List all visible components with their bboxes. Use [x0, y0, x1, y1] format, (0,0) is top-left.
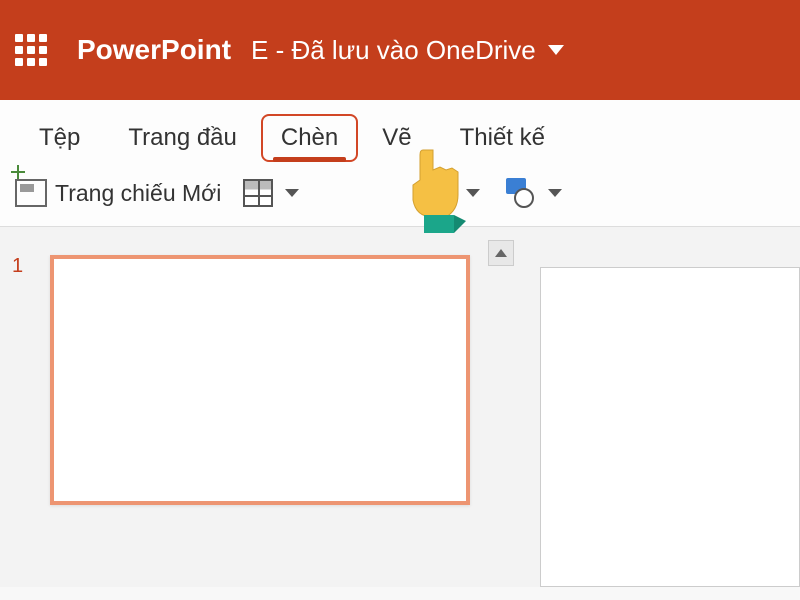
chevron-down-icon: [285, 189, 299, 197]
app-name: PowerPoint: [77, 34, 231, 66]
ribbon-tabs: Tệp Trang đầu Chèn Vẽ Thiết kế: [0, 100, 800, 168]
tab-draw[interactable]: Vẽ: [358, 112, 435, 164]
slide-editor[interactable]: [540, 267, 800, 587]
document-title[interactable]: E - Đã lưu vào OneDrive: [251, 35, 564, 66]
image-label: Ảnh: [413, 180, 454, 207]
shapes-icon: [502, 178, 536, 208]
new-slide-label: Trang chiếu Mới: [55, 180, 221, 207]
content-area: 1: [0, 227, 800, 587]
tab-design[interactable]: Thiết kế: [436, 112, 569, 164]
main-canvas: [500, 227, 800, 587]
slide-thumbnail[interactable]: [50, 255, 470, 505]
scroll-up-button[interactable]: [488, 240, 514, 266]
arrow-up-icon: [495, 249, 507, 257]
chevron-down-icon: [548, 189, 562, 197]
slide-number: 1: [12, 255, 23, 278]
image-button[interactable]: Ảnh: [413, 180, 480, 207]
tab-home[interactable]: Trang đầu: [104, 112, 261, 164]
table-icon: [243, 179, 273, 207]
chevron-down-icon: [466, 189, 480, 197]
shapes-button[interactable]: [502, 178, 562, 208]
new-slide-button[interactable]: Trang chiếu Mới: [15, 179, 221, 207]
tab-insert[interactable]: Chèn: [261, 114, 358, 162]
slide-thumbnail-panel: 1: [0, 227, 500, 587]
tab-file[interactable]: Tệp: [15, 112, 104, 164]
app-launcher-icon[interactable]: [15, 34, 47, 66]
table-button[interactable]: [243, 179, 299, 207]
title-bar: PowerPoint E - Đã lưu vào OneDrive: [0, 0, 800, 100]
new-slide-icon: [15, 179, 47, 207]
chevron-down-icon: [548, 45, 564, 55]
ribbon-toolbar: Trang chiếu Mới Ảnh: [0, 168, 800, 227]
document-title-text: E - Đã lưu vào OneDrive: [251, 35, 536, 66]
